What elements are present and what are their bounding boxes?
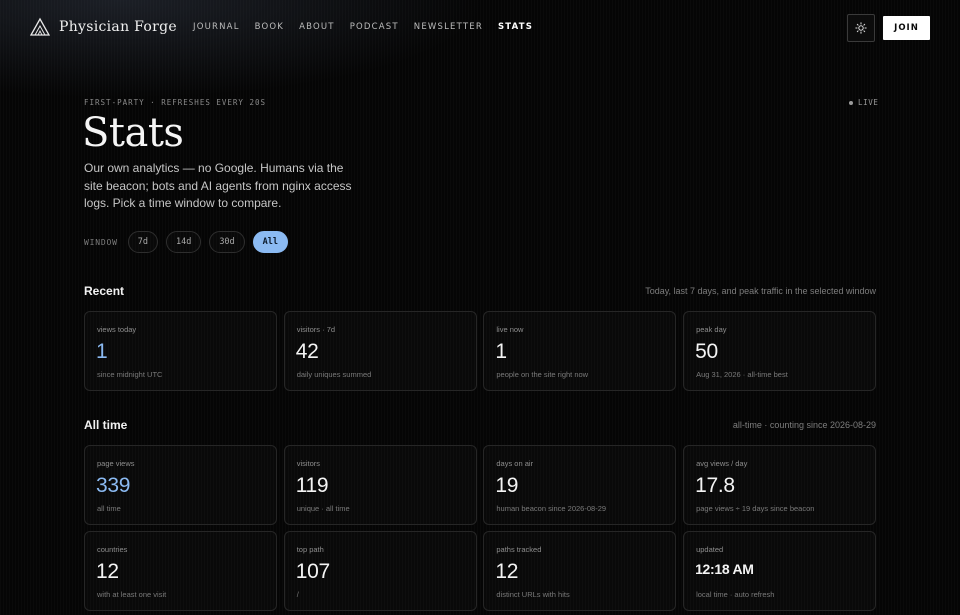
stat-label: days on air	[496, 459, 534, 468]
stat-value: 12	[96, 560, 119, 583]
stat-sub: /	[296, 590, 299, 599]
stat-sub: distinct URLs with hits	[496, 590, 570, 599]
stat-label: avg views / day	[696, 459, 748, 468]
stat-label: paths tracked	[496, 545, 542, 554]
window-label: WINDOW	[84, 237, 118, 247]
stat-label: updated	[696, 545, 724, 554]
sun-icon	[855, 22, 867, 34]
stat-card-live-now: live now 1 people on the site right now	[483, 311, 677, 391]
page-intro: Our own analytics — no Google. Humans vi…	[84, 161, 352, 210]
page-title: Stats	[82, 110, 184, 156]
nav-link-journal[interactable]: JOURNAL	[193, 22, 240, 32]
join-button[interactable]: JOIN	[883, 16, 930, 40]
stat-label: peak day	[696, 325, 727, 334]
nav-link-podcast[interactable]: PODCAST	[350, 22, 399, 32]
stat-value: 19	[495, 474, 519, 497]
brand[interactable]: Physician Forge	[30, 17, 177, 37]
stat-sub: people on the site right now	[496, 370, 589, 379]
recent-cards: views today 1 since midnight UTC visitor…	[84, 311, 877, 391]
theme-toggle-button[interactable]	[847, 14, 875, 42]
stat-label: countries	[97, 545, 128, 554]
stat-card-peak-day: peak day 50 Aug 31, 2026 · all-time best	[683, 311, 877, 391]
stat-card-views-today: views today 1 since midnight UTC	[84, 311, 277, 391]
brand-name: Physician Forge	[59, 19, 177, 35]
stat-card-countries: countries 12 with at least one visit	[84, 531, 277, 611]
stat-value: 42	[295, 340, 319, 363]
stat-value: 12	[495, 560, 519, 583]
stat-card-visitors: visitors 119 unique · all time	[283, 445, 477, 525]
stat-value: 107	[295, 560, 330, 583]
alltime-title: All time	[84, 418, 128, 432]
alltime-cards: page views 339 all time visitors 119 uni…	[84, 445, 877, 611]
nav-link-newsletter[interactable]: NEWSLETTER	[414, 22, 483, 32]
stat-sub: page views ÷ 19 days since beacon	[696, 504, 815, 513]
stat-label: page views	[97, 459, 135, 468]
stat-card-avg-views-day: avg views / day 17.8 page views ÷ 19 day…	[683, 445, 877, 525]
page-eyebrow: FIRST-PARTY · REFRESHES EVERY 20S	[84, 98, 267, 107]
live-indicator: LIVE	[849, 98, 878, 107]
recent-section-header: Recent Today, last 7 days, and peak traf…	[84, 284, 876, 300]
nav-link-book[interactable]: BOOK	[255, 22, 284, 32]
stat-label: top path	[296, 545, 324, 554]
stat-label: views today	[97, 325, 137, 334]
stat-sub: daily uniques summed	[296, 370, 372, 379]
stat-label: live now	[496, 325, 524, 334]
stat-value: 12:18 AM	[695, 561, 754, 577]
stat-sub: since midnight UTC	[97, 370, 163, 379]
stat-value: 50	[695, 340, 718, 363]
stat-value: 1	[96, 340, 108, 363]
stat-value: 17.8	[695, 474, 735, 497]
mountain-logo-icon	[30, 17, 50, 36]
stat-sub: unique · all time	[296, 504, 350, 513]
stat-sub: Aug 31, 2026 · all-time best	[696, 370, 788, 379]
stat-sub: with at least one visit	[97, 590, 167, 599]
top-nav: Physician Forge JOURNAL BOOK ABOUT PODCA…	[0, 0, 960, 56]
live-label: LIVE	[858, 98, 879, 107]
stat-label: visitors · 7d	[296, 325, 336, 334]
window-chip-30d[interactable]: 30d	[209, 231, 245, 253]
stat-sub: local time · auto refresh	[696, 590, 775, 599]
stat-card-updated: updated 12:18 AM local time · auto refre…	[683, 531, 877, 611]
nav-link-about[interactable]: ABOUT	[299, 22, 335, 32]
window-chip-all[interactable]: All	[252, 231, 289, 253]
nav-links: JOURNAL BOOK ABOUT PODCAST NEWSLETTER ST…	[193, 22, 533, 32]
window-selector: WINDOW 7d 14d 30d All	[84, 231, 289, 253]
stat-card-page-views: page views 339 all time	[84, 445, 277, 525]
alltime-note: all-time · counting since 2026-08-29	[732, 420, 876, 430]
live-dot-icon	[849, 100, 853, 105]
stat-sub: all time	[97, 504, 121, 513]
stat-card-paths-tracked: paths tracked 12 distinct URLs with hits	[483, 531, 677, 611]
stat-sub: human beacon since 2026-08-29	[496, 504, 607, 513]
alltime-section-header: All time all-time · counting since 2026-…	[84, 418, 876, 434]
recent-title: Recent	[84, 284, 125, 298]
nav-link-stats[interactable]: STATS	[498, 22, 533, 32]
stat-value: 1	[495, 340, 507, 363]
window-chip-14d[interactable]: 14d	[165, 231, 202, 253]
stat-label: visitors	[296, 459, 321, 468]
stat-value: 119	[295, 474, 329, 497]
stat-value: 339	[96, 474, 131, 497]
window-chip-7d[interactable]: 7d	[127, 231, 158, 253]
stat-card-days-on-air: days on air 19 human beacon since 2026-0…	[483, 445, 677, 525]
stat-card-visitors-7d: visitors · 7d 42 daily uniques summed	[283, 311, 477, 391]
recent-note: Today, last 7 days, and peak traffic in …	[645, 286, 876, 296]
stat-card-top-path: top path 107 /	[283, 531, 477, 611]
